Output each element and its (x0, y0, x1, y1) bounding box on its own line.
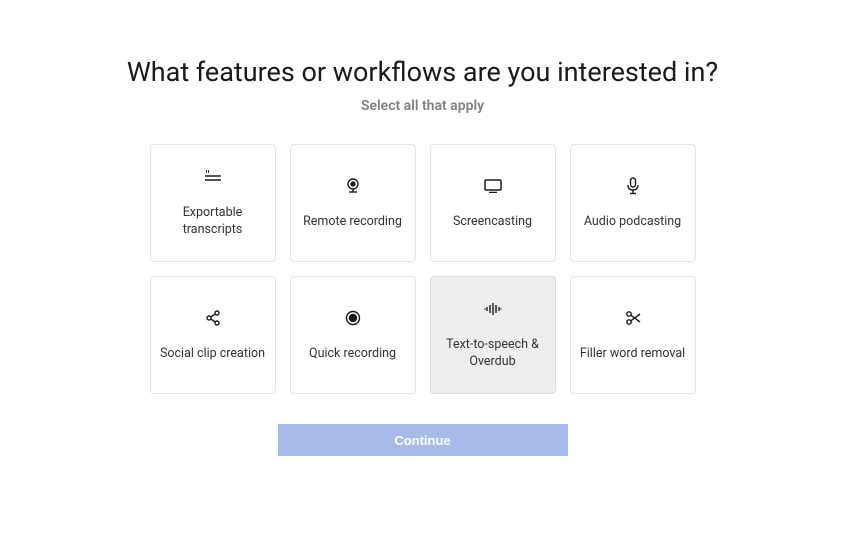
scissors-icon (623, 308, 643, 328)
monitor-icon (483, 176, 503, 196)
microphone-icon (623, 176, 643, 196)
audio-waves-icon (483, 299, 503, 319)
option-exportable-transcripts[interactable]: Exportable transcripts (150, 144, 276, 262)
page-heading: What features or workflows are you inter… (127, 56, 718, 88)
share-icon (203, 308, 223, 328)
option-text-to-speech-overdub[interactable]: Text-to-speech & Overdub (430, 276, 556, 394)
option-screencasting[interactable]: Screencasting (430, 144, 556, 262)
option-quick-recording[interactable]: Quick recording (290, 276, 416, 394)
option-label: Filler word removal (580, 346, 685, 363)
record-icon (343, 308, 363, 328)
option-label: Audio podcasting (584, 214, 681, 231)
option-label: Screencasting (453, 214, 532, 231)
option-filler-word-removal[interactable]: Filler word removal (570, 276, 696, 394)
continue-button[interactable]: Continue (278, 424, 568, 456)
option-label: Exportable transcripts (159, 205, 267, 239)
page-subheading: Select all that apply (361, 98, 484, 114)
option-label: Quick recording (309, 346, 396, 363)
option-audio-podcasting[interactable]: Audio podcasting (570, 144, 696, 262)
option-social-clip-creation[interactable]: Social clip creation (150, 276, 276, 394)
option-label: Remote recording (303, 214, 402, 231)
options-grid: Exportable transcripts Remote recording … (150, 144, 696, 394)
webcam-icon (343, 176, 363, 196)
transcript-icon (203, 167, 223, 187)
option-label: Social clip creation (160, 346, 265, 363)
option-label: Text-to-speech & Overdub (439, 337, 547, 371)
option-remote-recording[interactable]: Remote recording (290, 144, 416, 262)
